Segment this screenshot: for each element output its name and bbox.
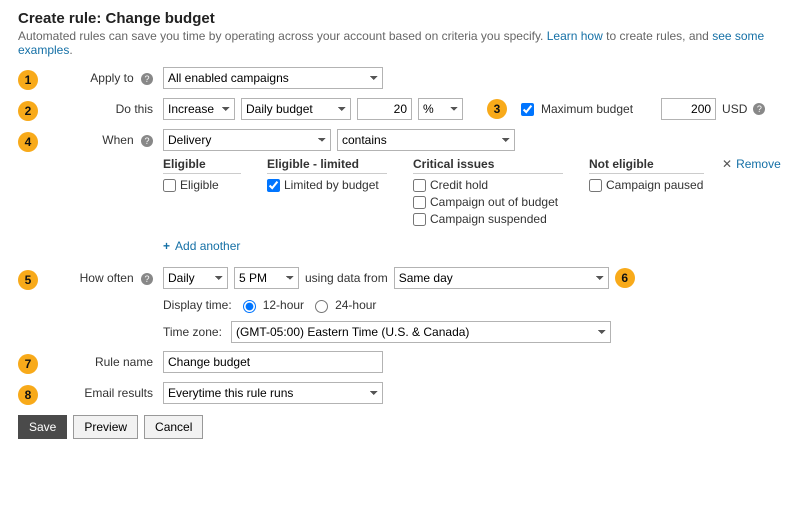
timezone-select[interactable]: (GMT-05:00) Eastern Time (U.S. & Canada): [231, 321, 611, 343]
step-6-badge: 6: [615, 268, 635, 288]
rule-name-input[interactable]: [163, 351, 383, 373]
when-label: When ?: [48, 133, 163, 147]
chk-credit-hold[interactable]: Credit hold: [413, 178, 563, 192]
max-budget-checkbox[interactable]: Maximum budget: [517, 100, 633, 119]
target-select[interactable]: Daily budget: [241, 98, 351, 120]
amount-input[interactable]: [357, 98, 412, 120]
data-range-select[interactable]: Same day: [394, 267, 609, 289]
help-icon[interactable]: ?: [141, 273, 153, 285]
page-title: Create rule: Change budget: [18, 10, 782, 27]
col-not-eligible: Not eligible Campaign paused: [589, 157, 704, 229]
chk-eligible[interactable]: Eligible: [163, 178, 241, 192]
action-select[interactable]: Increase: [163, 98, 235, 120]
step-5-badge: 5: [18, 270, 38, 290]
help-icon[interactable]: ?: [141, 135, 153, 147]
save-button[interactable]: Save: [18, 415, 67, 439]
help-icon[interactable]: ?: [753, 103, 765, 115]
learn-how-link[interactable]: Learn how: [547, 29, 603, 43]
chk-suspended[interactable]: Campaign suspended: [413, 212, 563, 226]
apply-to-select[interactable]: All enabled campaigns: [163, 67, 383, 89]
rule-name-label: Rule name: [48, 355, 163, 369]
max-budget-input[interactable]: [661, 98, 716, 120]
when-metric-select[interactable]: Delivery: [163, 129, 331, 151]
step-4-badge: 4: [18, 132, 38, 152]
step-8-badge: 8: [18, 385, 38, 405]
col-eligible-limited: Eligible - limited Limited by budget: [267, 157, 387, 229]
close-icon: ✕: [722, 157, 732, 171]
preview-button[interactable]: Preview: [73, 415, 138, 439]
step-1-badge: 1: [18, 70, 38, 90]
step-2-badge: 2: [18, 101, 38, 121]
when-operator-select[interactable]: contains: [337, 129, 515, 151]
frequency-select[interactable]: Daily: [163, 267, 228, 289]
email-results-select[interactable]: Everytime this rule runs: [163, 382, 383, 404]
radio-24-hour[interactable]: 24-hour: [310, 297, 376, 313]
time-select[interactable]: 5 PM: [234, 267, 299, 289]
add-another-link[interactable]: + Add another: [163, 239, 782, 253]
chk-out-of-budget[interactable]: Campaign out of budget: [413, 195, 563, 209]
radio-12-hour[interactable]: 12-hour: [238, 297, 304, 313]
step-3-badge: 3: [487, 99, 507, 119]
col-critical: Critical issues Credit hold Campaign out…: [413, 157, 563, 229]
chk-paused[interactable]: Campaign paused: [589, 178, 704, 192]
currency-label: USD: [722, 102, 747, 116]
email-results-label: Email results: [48, 386, 163, 400]
how-often-label: How often ?: [48, 271, 163, 285]
col-eligible: Eligible Eligible: [163, 157, 241, 229]
chk-limited-budget[interactable]: Limited by budget: [267, 178, 387, 192]
plus-icon: +: [163, 239, 170, 253]
remove-condition-link[interactable]: ✕ Remove: [722, 157, 781, 171]
cancel-button[interactable]: Cancel: [144, 415, 203, 439]
page-subtitle: Automated rules can save you time by ope…: [18, 29, 782, 57]
help-icon[interactable]: ?: [141, 73, 153, 85]
unit-select[interactable]: %: [418, 98, 463, 120]
do-this-label: Do this: [48, 102, 163, 116]
apply-to-label: Apply to ?: [48, 71, 163, 85]
step-7-badge: 7: [18, 354, 38, 374]
